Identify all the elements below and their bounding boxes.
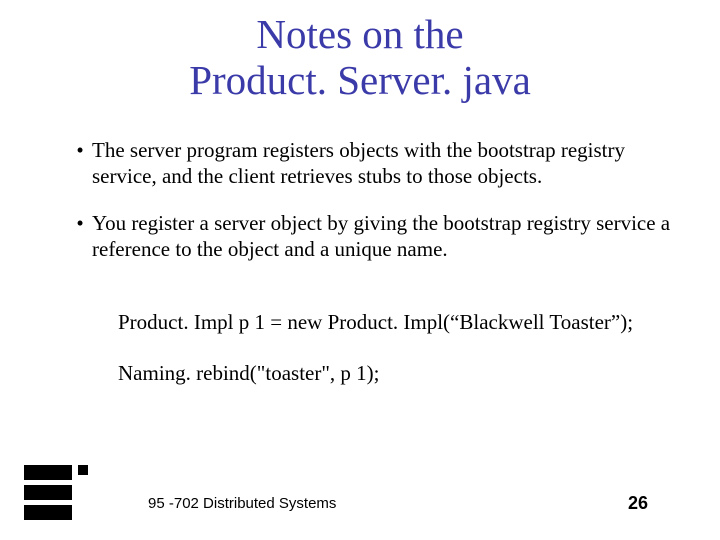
logo-icon	[24, 465, 94, 520]
footer-course: 95 -702 Distributed Systems	[148, 495, 336, 512]
slide: Notes on the Product. Server. java • The…	[0, 0, 720, 540]
bullet-item: • You register a server object by giving…	[72, 211, 680, 262]
code-line: Naming. rebind("toaster", p 1);	[118, 361, 680, 387]
bullet-item: • The server program registers objects w…	[72, 138, 680, 189]
bullet-text: The server program registers objects wit…	[92, 138, 680, 189]
bullet-text: You register a server object by giving t…	[92, 211, 680, 262]
bullet-dot-icon: •	[72, 211, 88, 262]
code-line: Product. Impl p 1 = new Product. Impl(“B…	[118, 310, 680, 336]
slide-title: Notes on the Product. Server. java	[0, 0, 720, 104]
bullet-dot-icon: •	[72, 138, 88, 189]
title-line-1: Notes on the	[256, 11, 463, 57]
page-number: 26	[628, 493, 648, 514]
slide-body: • The server program registers objects w…	[72, 138, 680, 412]
code-block: Product. Impl p 1 = new Product. Impl(“B…	[118, 284, 680, 412]
title-line-2: Product. Server. java	[189, 57, 531, 103]
